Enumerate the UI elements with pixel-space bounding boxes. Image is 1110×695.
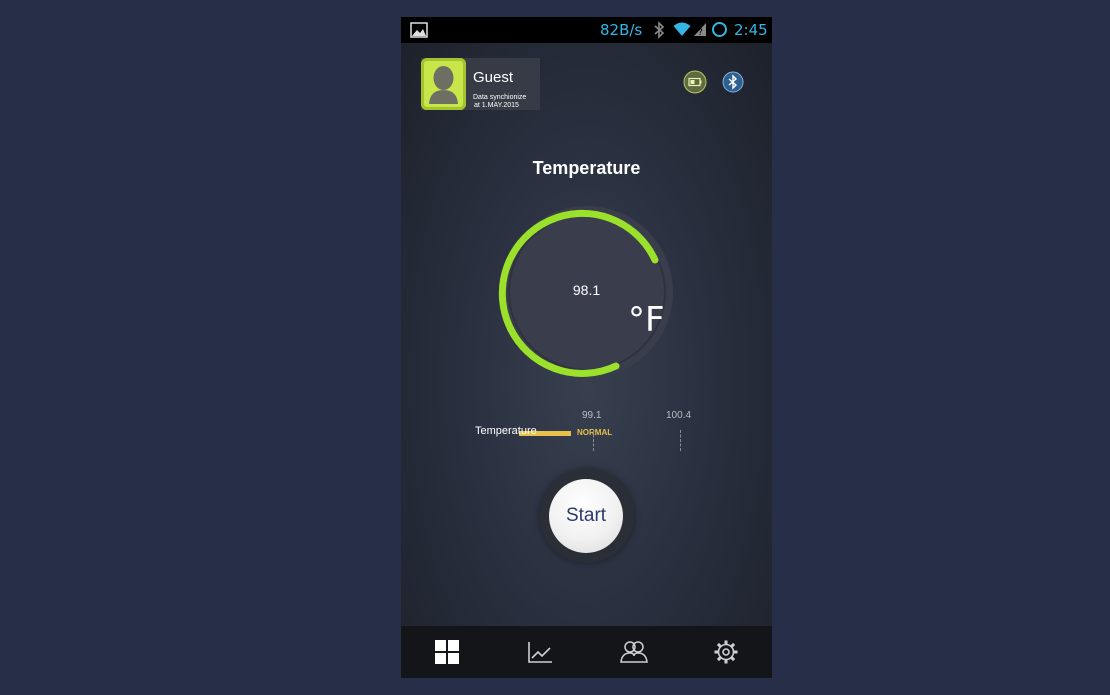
line-chart-icon xyxy=(528,642,552,663)
bluetooth-icon xyxy=(722,71,744,93)
sync-status-text: Data synchionize xyxy=(473,94,527,101)
tab-history[interactable] xyxy=(494,626,586,678)
scale-divider xyxy=(680,430,681,451)
temperature-unit: °F xyxy=(628,300,665,340)
phone-screen: 82B/s ? 2:45 Guest Data synchionize at 1… xyxy=(401,17,772,678)
grid-icon xyxy=(435,640,459,664)
sync-date-text: at 1.MAY.2015 xyxy=(474,102,519,109)
scale-tick-fever: 100.4 xyxy=(666,410,692,421)
signal-icon: ? xyxy=(693,22,707,41)
status-bar: 82B/s ? 2:45 xyxy=(401,17,772,43)
user-silhouette-icon xyxy=(429,66,458,104)
network-speed: 82B/s xyxy=(600,21,643,39)
temperature-value: 98.1 xyxy=(572,282,601,298)
page-title: Temperature xyxy=(532,158,641,178)
tab-users[interactable] xyxy=(587,626,679,678)
gallery-icon xyxy=(410,22,428,42)
battery-icon xyxy=(683,70,707,94)
scale-status: NORMAL xyxy=(577,428,613,437)
user-name: Guest xyxy=(473,69,514,86)
battery-button[interactable] xyxy=(683,70,707,99)
gear-icon xyxy=(714,640,738,664)
bluetooth-status-icon xyxy=(653,21,665,43)
tab-settings[interactable] xyxy=(680,626,772,678)
tab-dashboard[interactable] xyxy=(401,626,493,678)
scale-label: Temperature xyxy=(475,425,537,437)
users-icon xyxy=(620,641,648,663)
sync-icon xyxy=(711,21,728,42)
start-button[interactable]: Start xyxy=(549,479,623,553)
avatar[interactable] xyxy=(421,58,466,110)
scale-tick-normal-max: 99.1 xyxy=(582,410,602,421)
wifi-icon xyxy=(673,22,691,41)
bluetooth-button[interactable] xyxy=(722,71,744,98)
scale-divider xyxy=(593,430,594,451)
svg-text:?: ? xyxy=(698,28,703,37)
tab-bar xyxy=(401,626,772,678)
status-clock: 2:45 xyxy=(734,21,768,39)
